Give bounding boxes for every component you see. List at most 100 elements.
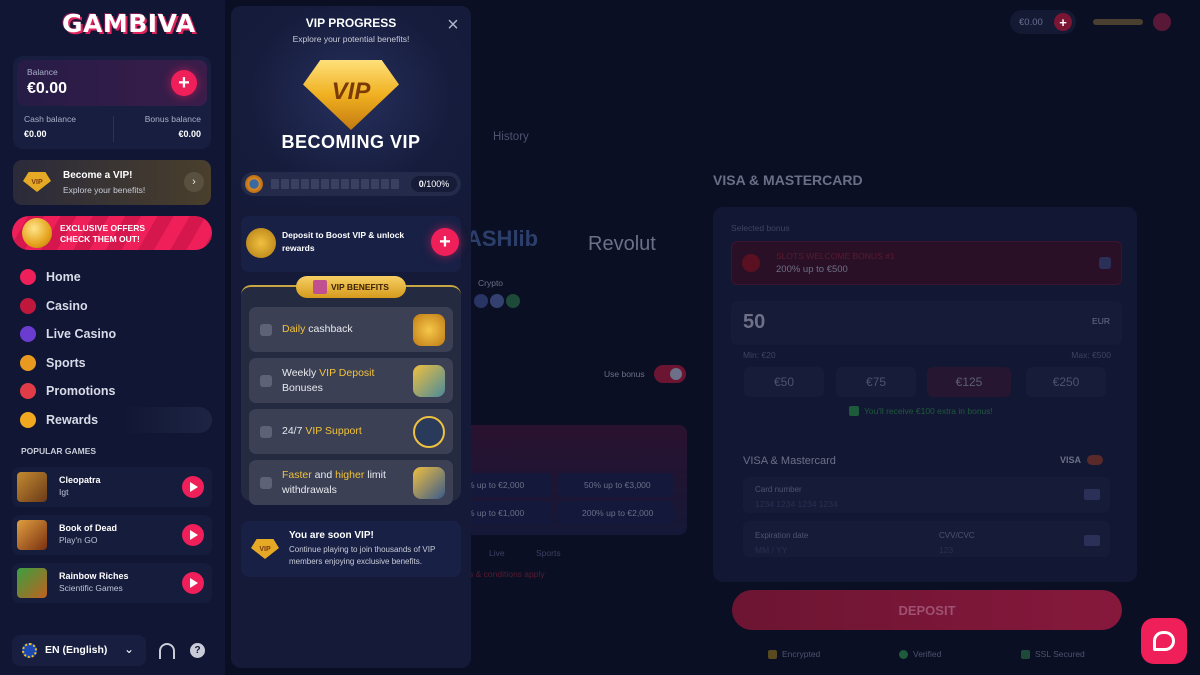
card-number-field[interactable]: Card number 1234 1234 1234 1234: [743, 477, 1110, 513]
offers-coin-icon: [22, 218, 52, 248]
rainbow-riches-thumbnail: [17, 568, 47, 598]
amount-input[interactable]: 50 EUR: [731, 301, 1122, 345]
chat-bubble-icon: [1153, 631, 1175, 651]
expiry-placeholder: MM / YY: [755, 545, 788, 555]
cash-balance-label: Cash balance: [24, 114, 76, 124]
bonus-dropdown-icon[interactable]: [1099, 257, 1111, 269]
nav-home[interactable]: Home: [20, 266, 210, 288]
benefit-text: Faster and higher limit withdrawals: [282, 469, 386, 496]
nav-rewards[interactable]: Rewards: [14, 407, 212, 433]
play-icon[interactable]: [182, 572, 204, 594]
use-bonus-toggle[interactable]: [654, 365, 686, 383]
progress-segment: [301, 179, 309, 189]
lock-icon: [260, 426, 272, 438]
offers-line-1: EXCLUSIVE OFFERS: [60, 223, 146, 233]
bonus-option-3[interactable]: % up to €1,000: [462, 501, 552, 525]
amount-option-50[interactable]: €50: [744, 367, 824, 397]
benefit-text: 24/7 VIP Support: [282, 425, 362, 437]
deposit-boost-text: Deposit to Boost VIP & unlock rewards: [282, 230, 405, 253]
tab-history[interactable]: History: [493, 131, 529, 143]
wallet-icon: [246, 228, 276, 258]
exclusive-offers-banner[interactable]: EXCLUSIVE OFFERS CHECK THEM OUT!: [12, 216, 212, 250]
amount-option-125[interactable]: €125: [927, 367, 1011, 397]
gambiva-logo[interactable]: GAMBIVA: [62, 9, 196, 38]
header-balance-pill[interactable]: €0.00 +: [1010, 10, 1076, 34]
gift-icon: [849, 406, 859, 416]
deposit-boost-card[interactable]: Deposit to Boost VIP & unlock rewards +: [241, 216, 461, 272]
close-icon[interactable]: ×: [444, 15, 462, 35]
card-icon: [1084, 489, 1100, 500]
game-provider: Play'n GO: [59, 535, 98, 545]
balance-main: Balance €0.00 +: [17, 60, 207, 106]
cash-balance-value: €0.00: [24, 129, 47, 139]
lock-icon: [260, 324, 272, 336]
chevron-right-icon[interactable]: ›: [184, 172, 204, 192]
progress-segment: [271, 179, 279, 189]
expiry-field[interactable]: Expiration date MM / YY CVV/CVC 123: [743, 521, 1110, 557]
lock-icon: [768, 649, 777, 659]
becoming-vip-heading: BECOMING VIP: [281, 132, 421, 152]
offers-line-2: CHECK THEM OUT!: [60, 234, 140, 244]
nav-casino[interactable]: Casino: [20, 295, 210, 317]
wallet-icon: [413, 365, 445, 397]
trust-verified: Verified: [899, 649, 941, 659]
cherry-icon: [742, 254, 760, 272]
vip-panel-title: VIP PROGRESS: [305, 16, 397, 30]
terms-link[interactable]: s & conditions apply: [469, 569, 545, 579]
header-user-avatar[interactable]: [1093, 13, 1173, 31]
deposit-boost-button[interactable]: +: [431, 228, 459, 256]
progress-segment: [371, 179, 379, 189]
amount-option-250[interactable]: €250: [1026, 367, 1106, 397]
use-bonus-label: Use bonus: [604, 369, 645, 379]
method-title: VISA & MASTERCARD: [713, 172, 863, 188]
bonus-option-2[interactable]: 50% up to €3,000: [558, 473, 674, 497]
home-icon: [20, 269, 36, 285]
headset-icon[interactable]: [159, 643, 175, 659]
nav-live-casino[interactable]: Live Casino: [20, 323, 210, 345]
selected-bonus-card[interactable]: SLOTS WELCOME BONUS #1 200% up to €500: [731, 241, 1122, 285]
username-blur: [1093, 19, 1143, 25]
crypto-icons: [474, 294, 520, 308]
lock-icon: [260, 477, 272, 489]
eu-flag-icon: [22, 643, 37, 658]
game-provider: Scientific Games: [59, 583, 123, 593]
progress-track: [271, 179, 401, 189]
vip-badge-icon: VIP: [251, 539, 279, 559]
nav-promotions[interactable]: Promotions: [20, 380, 210, 402]
amount-option-75[interactable]: €75: [836, 367, 916, 397]
filter-sports[interactable]: Sports: [536, 548, 561, 558]
progress-segment: [311, 179, 319, 189]
header-add-funds-icon[interactable]: +: [1054, 13, 1072, 31]
game-book-of-dead[interactable]: Book of Dead Play'n GO: [12, 515, 212, 555]
trust-encrypted: Encrypted: [768, 649, 820, 659]
provider-revolut[interactable]: Revolut: [588, 233, 656, 256]
language-selector[interactable]: EN (English) ⌄: [12, 635, 146, 666]
book-of-dead-thumbnail: [17, 520, 47, 550]
selected-bonus-desc: 200% up to €500: [776, 264, 848, 275]
progress-segment: [281, 179, 289, 189]
become-vip-card[interactable]: VIP Become a VIP! Explore your benefits!…: [13, 160, 211, 205]
cherry-icon: [20, 298, 36, 314]
vip-gem-icon: VIP: [303, 60, 399, 130]
provider-cashlib[interactable]: ASHlib: [466, 226, 538, 252]
play-icon[interactable]: [182, 524, 204, 546]
progress-segment: [291, 179, 299, 189]
app-root: €0.00 + History VISA & MASTERCARD ASHlib…: [0, 0, 1200, 675]
vip-badge-icon: VIP: [23, 172, 51, 192]
filter-live[interactable]: Live: [489, 548, 505, 558]
toggle-knob: [670, 368, 682, 380]
help-icon[interactable]: ?: [190, 643, 205, 658]
game-rainbow-riches[interactable]: Rainbow Riches Scientific Games: [12, 563, 212, 603]
progress-segment: [351, 179, 359, 189]
bonus-option-4[interactable]: 200% up to €2,000: [558, 501, 674, 525]
soon-title: You are soon VIP!: [289, 530, 374, 541]
add-funds-button[interactable]: +: [171, 70, 197, 96]
bonus-option-1[interactable]: % up to €2,000: [462, 473, 552, 497]
play-icon[interactable]: [182, 476, 204, 498]
deposit-button[interactable]: DEPOSIT: [732, 590, 1122, 630]
game-cleopatra[interactable]: Cleopatra Igt: [12, 467, 212, 507]
min-amount: Min: €20: [743, 350, 776, 360]
nav-sports[interactable]: Sports: [20, 352, 210, 374]
live-chat-button[interactable]: [1141, 618, 1187, 664]
mastercard-icon: [1087, 455, 1103, 465]
